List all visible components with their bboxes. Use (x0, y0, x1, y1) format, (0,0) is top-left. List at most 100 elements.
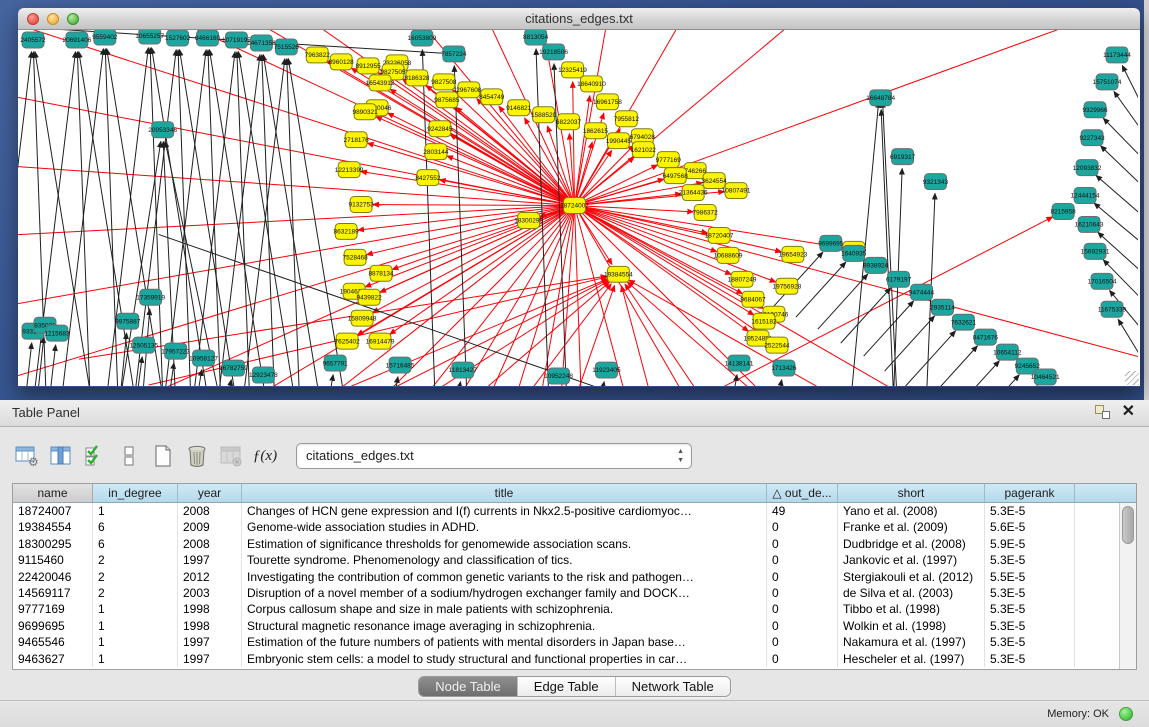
cell-year: 1997 (178, 552, 242, 568)
cell-short: Stergiakouli et al. (2012) (838, 569, 985, 585)
zoom-window-button[interactable] (67, 13, 79, 25)
tab-node-table[interactable]: Node Table (419, 677, 518, 696)
tab-edge-table[interactable]: Edge Table (518, 677, 616, 696)
graph-node-label: 9321343 (923, 179, 949, 186)
cell-in_degree: 1 (93, 618, 178, 634)
graph-node-label: 7632621 (951, 319, 977, 326)
graph-node-label: 6822037 (556, 119, 582, 126)
column-header-out_de[interactable]: △ out_de... (767, 484, 838, 502)
graph-node-label: 16543912 (366, 80, 395, 87)
column-header-title[interactable]: title (242, 484, 767, 502)
table-row[interactable]: 911546021997Tourette syndrome. Phenomeno… (13, 552, 1136, 568)
graph-node-label: 3624554 (702, 178, 728, 185)
column-header-filler (1075, 484, 1136, 502)
table-row[interactable]: 1872400712008Changes of HCN gene express… (13, 503, 1136, 519)
cell-title: Structural magnetic resonance image aver… (242, 618, 767, 634)
graph-node-label: 9657791 (323, 360, 349, 367)
network-canvas[interactable]: 1872400718300295193845547963822896012889… (18, 30, 1140, 386)
vertical-scrollbar[interactable] (1119, 503, 1136, 669)
delete-table-button[interactable] (182, 441, 212, 471)
graph-node-label: 9875685 (434, 97, 460, 104)
cell-title: Estimation of significance thresholds fo… (242, 536, 767, 552)
graph-node-label: 7986372 (693, 210, 719, 217)
memory-status-indicator[interactable] (1119, 707, 1133, 721)
graph-node-label: 1615182 (751, 318, 777, 325)
cell-out_de: 0 (767, 569, 838, 585)
table-row[interactable]: 1456911722003Disruption of a novel membe… (13, 585, 1136, 601)
new-table-button[interactable] (148, 441, 178, 471)
graph-node-label: 1713426 (771, 365, 797, 372)
column-header-pagerank[interactable]: pagerank (985, 484, 1075, 502)
cell-pagerank: 5.3E-5 (985, 585, 1075, 601)
graph-node-label: 18300295 (514, 218, 543, 225)
network-window-title: citations_edges.txt (18, 8, 1140, 29)
new-document-icon (151, 445, 175, 467)
scrollbar-thumb[interactable] (1122, 506, 1134, 544)
graph-node-label: 9699695 (818, 241, 844, 248)
graph-node-label: 12213399 (335, 167, 364, 174)
cell-name: 9115460 (13, 552, 93, 568)
table-panel: Table Panel ✕ ⚙ (0, 400, 1149, 727)
graph-node-label: 8471676 (973, 334, 999, 341)
cell-name: 19384554 (13, 519, 93, 535)
graph-node-label: 8938924 (863, 263, 889, 270)
network-window: citations_edges.txt 18724007183002951938… (18, 8, 1140, 387)
graph-node-label: 2522544 (764, 342, 790, 349)
table-row[interactable]: 2242004622012Investigating the contribut… (13, 569, 1136, 585)
table-row[interactable]: 969969511998Structural magnetic resonanc… (13, 618, 1136, 634)
table-selector-value: citations_edges.txt (306, 448, 414, 463)
cell-out_de: 0 (767, 651, 838, 667)
table-row[interactable]: 1938455462009Genome-wide association stu… (13, 519, 1136, 535)
window-resize-grip[interactable] (1125, 371, 1139, 385)
network-window-titlebar[interactable]: citations_edges.txt (18, 8, 1140, 30)
table-row[interactable]: 946362711997Embryonic stem cells: a mode… (13, 651, 1136, 667)
graph-node-label: 8632189 (334, 229, 360, 236)
graph-node-label: 18640910 (577, 81, 606, 88)
cell-short: Franke et al. (2009) (838, 519, 985, 535)
table-disabled-icon (219, 445, 243, 467)
unselect-all-button[interactable] (114, 441, 144, 471)
cell-name: 14569117 (13, 585, 93, 601)
fx-icon: ƒ(x) (253, 448, 277, 465)
dropdown-stepper-icon: ▲▼ (677, 447, 684, 465)
graph-node-label: 6179197 (886, 276, 912, 283)
column-header-short[interactable]: short (838, 484, 985, 502)
graph-node-label: 2718176 (344, 137, 370, 144)
graph-node-label: 9132753 (349, 202, 375, 209)
table-row[interactable]: 946554611997Estimation of the future num… (13, 634, 1136, 650)
column-header-in_degree[interactable]: in_degree (93, 484, 178, 502)
minimize-window-button[interactable] (47, 13, 59, 25)
graph-node-label: 2967608 (456, 87, 482, 94)
float-window-icon[interactable] (1095, 405, 1110, 419)
delete-column-button-disabled[interactable] (216, 441, 246, 471)
select-columns-button[interactable] (46, 441, 76, 471)
column-header-year[interactable]: year (178, 484, 242, 502)
table-selector-dropdown[interactable]: citations_edges.txt ▲▼ (296, 443, 692, 469)
graph-node-label: 11675339 (1098, 306, 1127, 313)
graph-node-label: 12444154 (1071, 193, 1100, 200)
column-header-name[interactable]: name (13, 484, 93, 502)
table-row[interactable]: 977716911998Corpus callosum shape and si… (13, 601, 1136, 617)
graph-node-label: 20691406 (63, 37, 92, 44)
cell-in_degree: 6 (93, 519, 178, 535)
graph-node-label: 8878134 (368, 271, 394, 278)
graph-node-label: 15692931 (1081, 249, 1110, 256)
graph-node-label: 18807249 (728, 276, 757, 283)
function-builder-button[interactable]: ƒ(x) (250, 441, 280, 471)
table-column-icon (49, 445, 73, 467)
table-tabset: Node TableEdge TableNetwork Table (418, 676, 731, 697)
tab-network-table[interactable]: Network Table (616, 677, 730, 696)
cell-name: 22420046 (13, 569, 93, 585)
graph-node-label: 9684067 (740, 296, 766, 303)
cell-year: 2009 (178, 519, 242, 535)
close-window-button[interactable] (27, 13, 39, 25)
cell-title: Disruption of a novel member of a sodium… (242, 585, 767, 601)
graph-node-label: 16782759 (219, 365, 248, 372)
graph-node-label: 11813427 (449, 367, 478, 374)
select-all-button[interactable] (80, 441, 110, 471)
column-settings-button[interactable]: ⚙ (12, 441, 42, 471)
table-row[interactable]: 1830029562008Estimation of significance … (13, 536, 1136, 552)
graph-node-label: 8454749 (479, 94, 505, 101)
graph-node-label: 6919317 (890, 154, 916, 161)
close-panel-icon[interactable]: ✕ (1122, 404, 1135, 420)
